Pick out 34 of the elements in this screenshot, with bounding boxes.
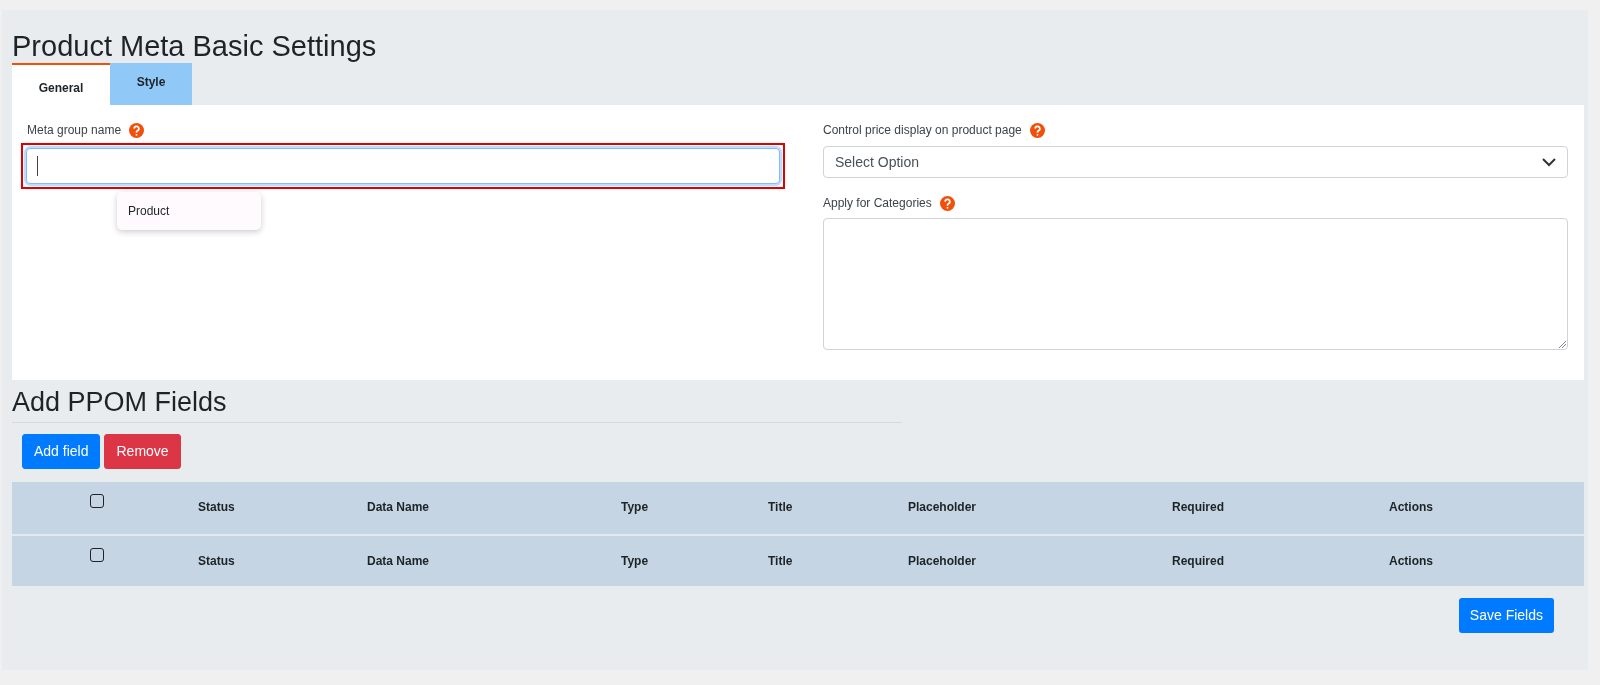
- column-header: Required: [1172, 554, 1224, 568]
- save-fields-button[interactable]: Save Fields: [1458, 598, 1554, 633]
- action-button[interactable]: Remove: [104, 434, 181, 469]
- resize-handle-icon: [1559, 341, 1566, 348]
- column-header: Data Name: [367, 500, 430, 514]
- column-header: Placeholder: [908, 554, 977, 568]
- tab[interactable]: General: [12, 63, 110, 105]
- tab[interactable]: Style: [110, 63, 192, 105]
- page-title: Product Meta Basic Settings: [12, 29, 378, 63]
- price-display-select[interactable]: Select Option: [823, 146, 1568, 178]
- help-icon: [939, 195, 955, 211]
- row-checkbox[interactable]: [90, 548, 104, 562]
- text-cursor: [37, 156, 38, 176]
- column-header: Actions: [1389, 554, 1433, 568]
- row-checkbox[interactable]: [90, 494, 104, 508]
- chevron-down-icon: [1542, 157, 1556, 167]
- column-header: Required: [1172, 500, 1224, 514]
- section-title: Add PPOM Fields: [12, 386, 228, 419]
- column-header: Status: [198, 554, 235, 568]
- column-header: Data Name: [367, 554, 430, 568]
- column-header: Title: [768, 554, 793, 568]
- column-header: Type: [621, 554, 649, 568]
- column-header: Title: [768, 500, 793, 514]
- column-header: Actions: [1389, 500, 1433, 514]
- column-header: Status: [198, 500, 235, 514]
- column-header: Placeholder: [908, 500, 977, 514]
- suggestion-item[interactable]: Product: [128, 202, 261, 220]
- action-button[interactable]: Add field: [22, 434, 101, 469]
- help-icon: [1029, 122, 1045, 138]
- field-label: Meta group name: [27, 122, 122, 139]
- field-label: Apply for Categories: [823, 195, 932, 212]
- field-label: Control price display on product page: [823, 122, 1022, 139]
- help-icon: [129, 122, 145, 138]
- column-header: Type: [621, 500, 649, 514]
